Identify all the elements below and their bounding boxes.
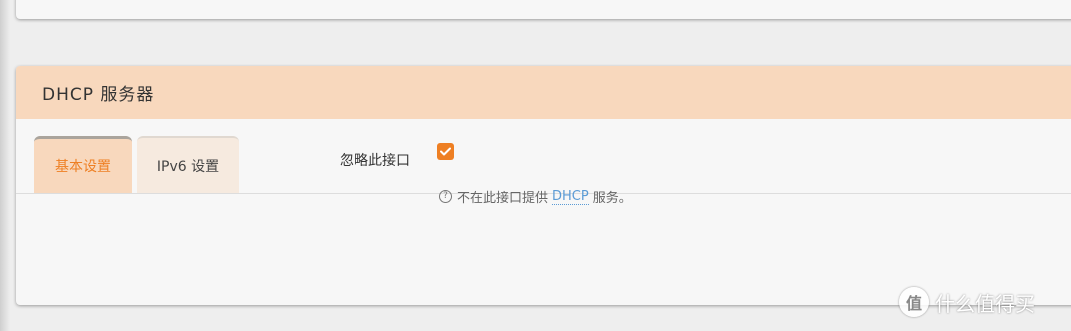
ignore-interface-label: 忽略此接口 [340,153,410,169]
previous-section-card [16,0,1071,19]
watermark-text: 什么值得买 [935,291,1035,316]
dhcp-server-section: DHCP 服务器 基本设置 IPv6 设置 [16,66,1071,305]
watermark-logo: 值 [899,287,929,317]
help-text-prefix: 不在此接口提供 [457,191,549,206]
help-text-suffix: 服务。 [592,191,632,206]
tab-ipv6-settings[interactable]: IPv6 设置 [137,136,239,193]
tab-basic-settings[interactable]: 基本设置 [34,136,132,193]
question-circle-icon: ? [439,190,452,203]
checkmark-icon [440,147,451,156]
tab-bar: 基本设置 IPv6 设置 [16,119,1071,194]
dhcp-abbr: DHCP [552,188,589,205]
section-title: DHCP 服务器 [16,66,1071,119]
ignore-interface-checkbox[interactable] [437,143,454,160]
watermark: 值 什么值得买 [899,287,1035,317]
ignore-interface-help: ? 不在此接口提供 DHCP 服务。 [439,187,632,206]
page-edge-shadow [0,0,10,331]
